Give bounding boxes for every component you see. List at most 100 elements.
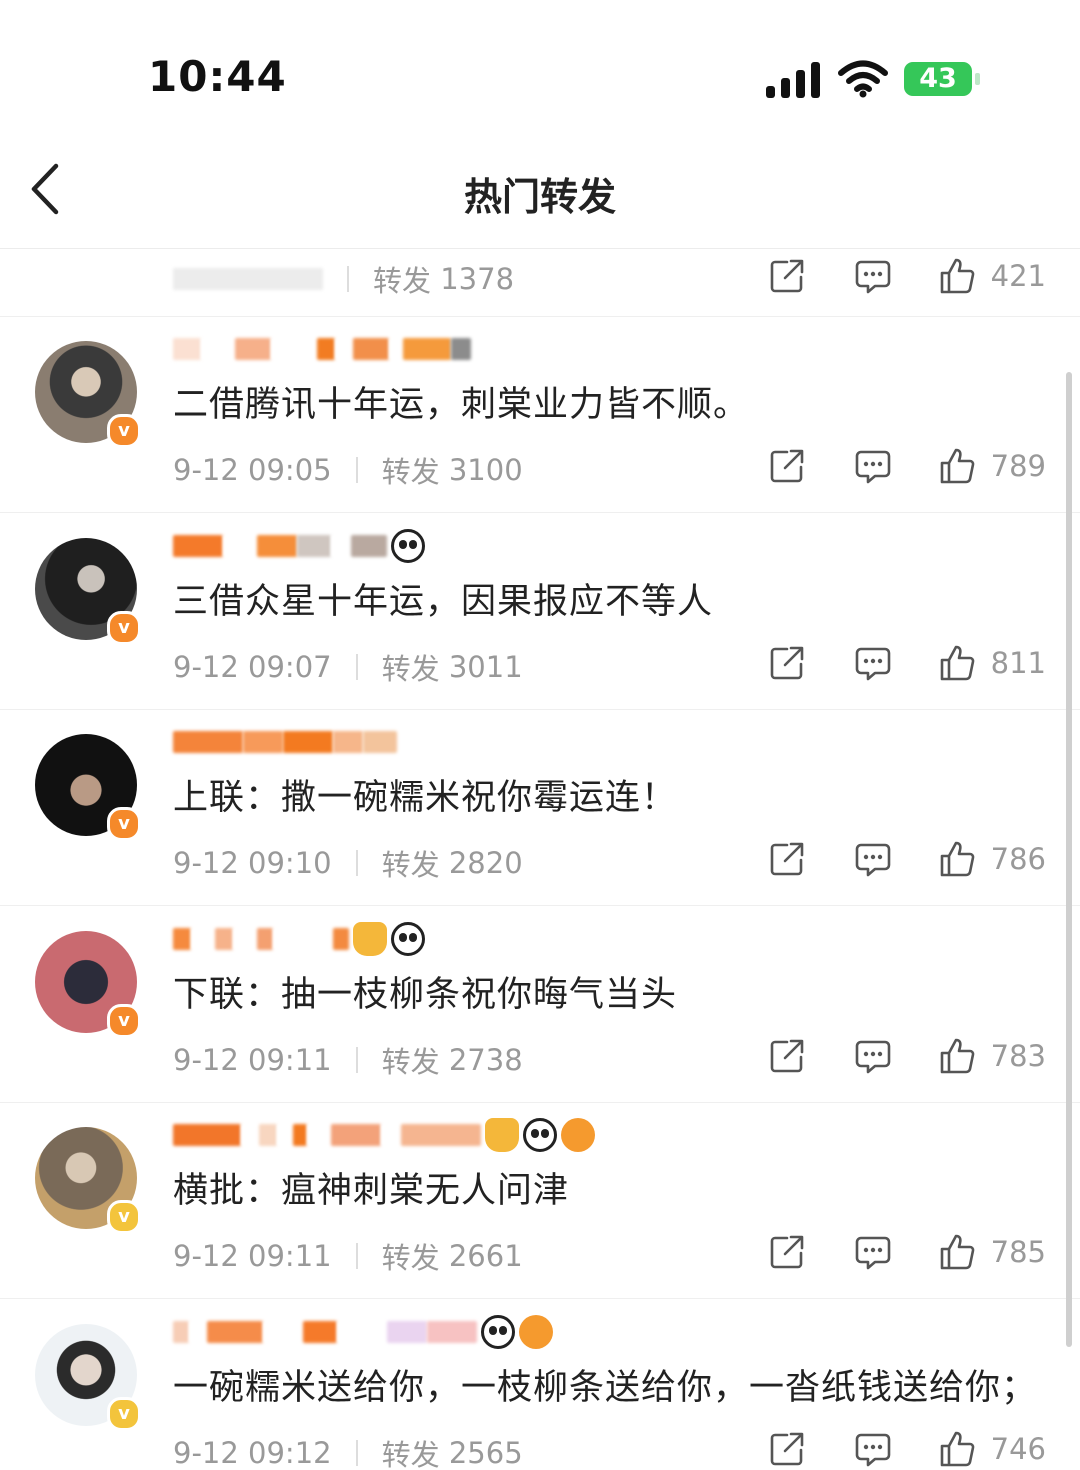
verified-badge-letter: v [118, 616, 130, 638]
crown-emoji-icon [485, 1118, 519, 1152]
verified-badge-letter: v [118, 1009, 130, 1031]
verified-badge: v [107, 1200, 141, 1234]
blurred-name-segment [257, 927, 273, 950]
username-blurred[interactable] [173, 334, 471, 364]
blurred-name-segment [189, 1320, 207, 1343]
like-button[interactable]: 746 [937, 1429, 1046, 1469]
post-text: 一碗糯米送给你，一枝柳条送给你，一沓纸钱送给你； [173, 1367, 1038, 1408]
share-icon[interactable] [767, 1429, 807, 1469]
like-count: 811 [990, 645, 1046, 680]
blurred-name-segment [173, 1124, 241, 1146]
post-meta: 转发 1378 [173, 258, 514, 300]
repost-label: 转发 [381, 651, 440, 686]
blurred-name-segment [363, 731, 397, 753]
battery-icon: 43 [904, 62, 972, 96]
blurred-name-segment [335, 338, 353, 360]
username-blurred[interactable] [173, 1118, 595, 1152]
post-actions: 811 [721, 641, 1046, 685]
list-item-partial[interactable]: 转发 1378 421 [0, 248, 1080, 317]
post-date: 9-12 09:10 [173, 846, 332, 880]
list-item[interactable]: v 下联：抽一枝柳条祝你晦气当头 9-12 09:11 转发 2738 783 [0, 906, 1080, 1103]
blurred-name-segment [303, 1320, 337, 1343]
post-date: 9-12 09:12 [173, 1435, 332, 1470]
blurred-name-segment [223, 534, 257, 557]
blurred-name-segment [403, 338, 451, 360]
blurred-name-segment [387, 1320, 427, 1343]
like-count: 746 [990, 1431, 1046, 1466]
blurred-name-segment [191, 927, 215, 950]
post-date: 9-12 09:11 [173, 1239, 332, 1273]
like-count: 789 [990, 449, 1046, 483]
meta-divider [355, 1243, 358, 1269]
scrollbar[interactable] [1066, 372, 1072, 1347]
like-button[interactable]: 783 [937, 1036, 1046, 1076]
panda-emoji-icon [391, 921, 425, 956]
list-item[interactable]: v 横批：瘟神刺棠无人问津 9-12 09:11 转发 2661 785 [0, 1102, 1080, 1299]
like-button[interactable]: 789 [937, 446, 1046, 486]
like-button[interactable]: 811 [937, 643, 1046, 683]
like-button[interactable]: 785 [937, 1232, 1046, 1272]
username-blurred[interactable] [173, 528, 425, 563]
verified-badge-letter: v [118, 1402, 130, 1424]
blurred-name-segment [271, 338, 317, 360]
comment-icon[interactable] [853, 446, 893, 486]
repost-count: 2565 [448, 1435, 523, 1470]
like-count: 785 [990, 1235, 1046, 1269]
wifi-icon [838, 60, 888, 98]
comment-icon[interactable] [853, 839, 893, 879]
nav-bar: 热门转发 [0, 130, 1080, 249]
list-item[interactable]: v 一碗糯米送给你，一枝柳条送给你，一沓纸钱送给你； 9-12 09:12 转发… [0, 1299, 1080, 1470]
list-item[interactable]: v 二借腾讯十年运，刺棠业力皆不顺。 9-12 09:05 转发 3100 78… [0, 316, 1080, 513]
share-icon[interactable] [767, 256, 807, 296]
list-item[interactable]: v 上联：撒一碗糯米祝你霉运连！ 9-12 09:10 转发 2820 786 [0, 709, 1080, 906]
post-actions: 746 [721, 1427, 1046, 1470]
share-icon[interactable] [767, 1036, 807, 1076]
post-text: 三借众星十年运，因果报应不等人 [173, 581, 714, 622]
post-date: 9-12 09:05 [173, 453, 332, 487]
list-item[interactable]: v 三借众星十年运，因果报应不等人 9-12 09:07 转发 3011 811 [0, 513, 1080, 710]
fish-emoji-icon [561, 1118, 595, 1152]
like-button[interactable]: 786 [937, 839, 1046, 879]
repost-label: 转发 [381, 1044, 440, 1079]
blurred-name-segment [235, 338, 271, 360]
username-blurred[interactable] [173, 921, 425, 956]
username-blurred[interactable] [173, 1314, 553, 1349]
like-button[interactable]: 421 [937, 256, 1046, 296]
comment-icon[interactable] [853, 1036, 893, 1076]
repost-label: 转发 [373, 264, 432, 298]
verified-badge-letter: v [118, 1206, 130, 1227]
meta-divider [355, 653, 358, 680]
panda-emoji-icon [391, 528, 425, 563]
verified-badge: v [107, 807, 141, 841]
like-icon [940, 1038, 974, 1073]
blurred-name-segment [297, 534, 331, 557]
blurred-name-segment [317, 338, 335, 360]
post-actions: 421 [721, 254, 1046, 298]
repost-count: 2738 [448, 1042, 523, 1077]
blurred-name-segment [337, 1320, 387, 1343]
username-blurred[interactable] [173, 727, 397, 757]
blurred-name-segment [173, 534, 223, 557]
comment-icon[interactable] [853, 643, 893, 683]
blurred-name-segment [353, 338, 389, 360]
blurred-name-segment [333, 927, 349, 950]
comment-icon[interactable] [853, 1232, 893, 1272]
comment-icon[interactable] [853, 256, 893, 296]
share-icon[interactable] [767, 1232, 807, 1272]
page-title: 热门转发 [463, 175, 616, 219]
share-icon[interactable] [767, 839, 807, 879]
repost-label: 转发 [381, 848, 440, 882]
meta-divider [355, 1439, 358, 1466]
share-icon[interactable] [767, 643, 807, 683]
blurred-name-segment [259, 1124, 277, 1146]
verified-badge: v [107, 414, 141, 448]
like-icon [940, 448, 974, 484]
comment-icon[interactable] [853, 1429, 893, 1469]
post-meta: 9-12 09:05 转发 3100 [173, 449, 523, 491]
share-icon[interactable] [767, 446, 807, 486]
panda-emoji-icon [523, 1118, 557, 1152]
like-icon [940, 645, 974, 680]
blurred-name-segment [273, 927, 333, 950]
repost-label: 转发 [381, 1241, 440, 1275]
like-icon [940, 1234, 974, 1270]
